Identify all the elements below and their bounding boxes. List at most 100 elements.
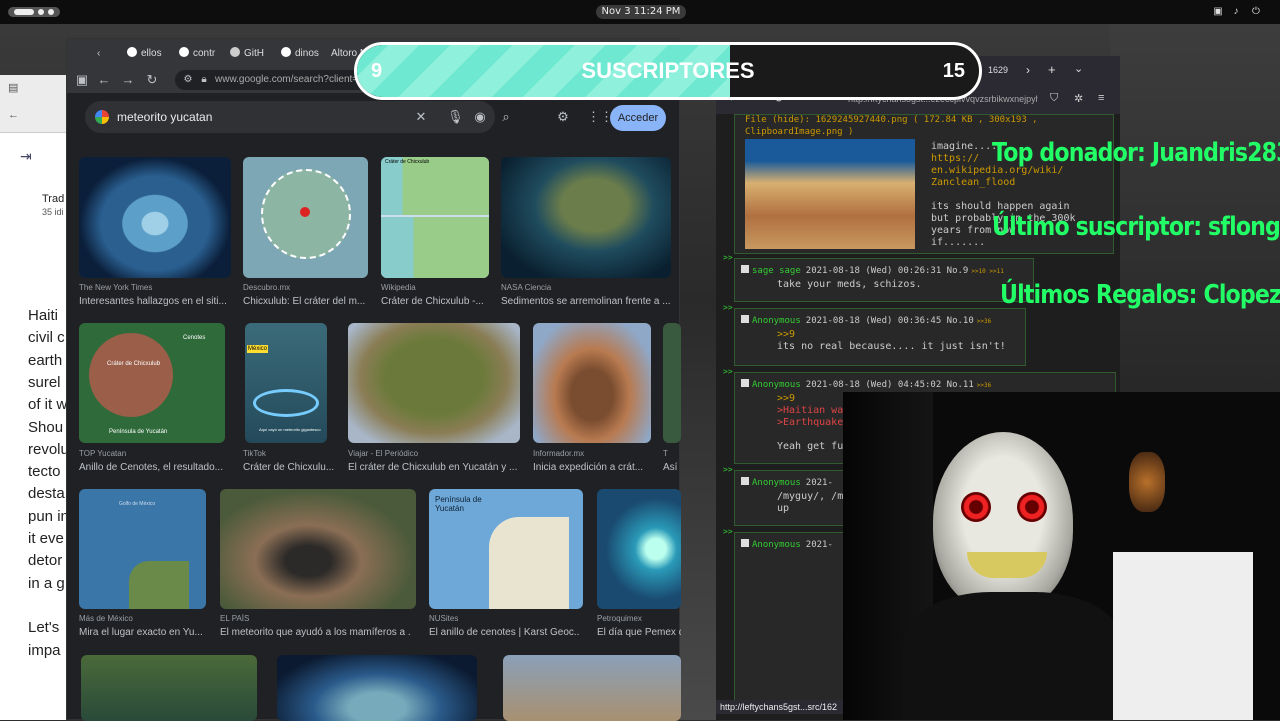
window-icon[interactable]: ▣	[75, 73, 89, 87]
chevron-down-icon[interactable]: ⌄	[1074, 62, 1083, 75]
post-date[interactable]: 2021-	[806, 540, 833, 550]
clock[interactable]: Nov 3 11:24 PM	[596, 5, 686, 19]
post-replies[interactable]: >>36	[977, 382, 991, 389]
poster-name: Anonymous	[752, 380, 801, 390]
tab-thread-4[interactable]: 1629	[988, 65, 1008, 75]
search-icon[interactable]: ⌕	[499, 110, 513, 124]
result-caption[interactable]: Mira el lugar exacto en Yu...	[79, 627, 229, 638]
result-caption[interactable]: El cráter de Chicxulub en Yucatán y ...	[348, 462, 538, 473]
back-arrow-icon[interactable]: ←	[8, 109, 19, 121]
cloak	[903, 592, 1123, 720]
translate-icon[interactable]: ⇥	[20, 148, 32, 165]
result-caption[interactable]: El anillo de cenotes | Karst Geoc...	[429, 627, 579, 638]
result-source[interactable]: TOP Yucatan	[79, 449, 239, 458]
volume-icon[interactable]: ♪	[1230, 6, 1242, 18]
result-caption[interactable]: Chicxulub: El cráter del m...	[243, 296, 393, 307]
result-caption[interactable]: Interesantes hallazgos en el siti...	[79, 296, 229, 307]
result-source[interactable]: Viajar - El Periódico	[348, 449, 508, 458]
post-date[interactable]: 2021-08-18 (Wed) 04:45:02 No.11	[806, 380, 974, 390]
result-image-6[interactable]: México Aquí cayó un meteorito gigantesco	[245, 323, 327, 443]
result-image-1[interactable]	[79, 157, 231, 278]
post-checkbox[interactable]	[741, 379, 749, 387]
window-icon[interactable]: ▤	[8, 81, 18, 94]
power-icon[interactable]: ⏻	[1250, 6, 1262, 18]
post-replies[interactable]: >>10 >>11	[971, 268, 1004, 275]
op-text-line[interactable]: Zanclean_flood	[931, 177, 1076, 189]
tab-github[interactable]: GitH	[230, 45, 264, 63]
reload-icon[interactable]: ↻	[145, 73, 159, 87]
result-image-16[interactable]	[503, 655, 681, 721]
result-caption[interactable]: Sedimentos se arremolinan frente a ...	[501, 296, 681, 307]
post-body-line[interactable]: >>9	[777, 329, 795, 340]
site-settings-icon[interactable]: ⚙	[181, 73, 195, 87]
result-image-2[interactable]	[243, 157, 368, 278]
result-image-9[interactable]	[663, 323, 681, 443]
new-tab-icon[interactable]: +	[1048, 62, 1056, 77]
result-image-15[interactable]	[277, 655, 477, 721]
result-image-4[interactable]	[501, 157, 671, 278]
tab-scroll-left-icon[interactable]: ‹	[97, 45, 100, 63]
poster-name: sage sage	[752, 266, 801, 276]
post-checkbox[interactable]	[741, 265, 749, 273]
tab-ellos[interactable]: ellos	[127, 45, 162, 63]
result-caption[interactable]: El día que Pemex d	[597, 627, 681, 638]
result-caption[interactable]: El meteorito que ayudó a los mamíferos a…	[220, 627, 410, 638]
result-source[interactable]: Más de México	[79, 614, 239, 623]
post-replies[interactable]: >>36	[977, 318, 991, 325]
clear-search-icon[interactable]: ✕	[414, 110, 428, 124]
window-icon[interactable]: ▣	[1212, 6, 1224, 18]
reply-arrow: >>	[723, 527, 733, 536]
lens-icon[interactable]: ◉	[473, 110, 487, 124]
post-date[interactable]: 2021-08-18 (Wed) 00:36:45 No.10	[806, 316, 974, 326]
post-date[interactable]: 2021-	[806, 478, 833, 488]
result-image-12[interactable]: Península de Yucatán	[429, 489, 583, 609]
settings-icon[interactable]: ⚙	[556, 110, 570, 124]
shield-icon[interactable]: ⛉	[1050, 92, 1058, 105]
post-body-line[interactable]: >>9	[777, 393, 795, 404]
result-image-5[interactable]: Cráter de Chicxulub Cenotes Península de…	[79, 323, 225, 443]
result-source[interactable]: EL PAÍS	[220, 614, 380, 623]
poster-name: Anonymous	[752, 540, 801, 550]
reply-arrow: >>	[723, 303, 733, 312]
post-checkbox[interactable]	[741, 315, 749, 323]
microphone-icon[interactable]: 🎙︎	[447, 110, 464, 124]
tab-dinos[interactable]: dinos	[281, 45, 319, 63]
thumb-text: Cráter de Chicxulub	[385, 159, 430, 165]
file-name[interactable]: ClipboardImage.png )	[745, 127, 853, 137]
result-image-7[interactable]	[348, 323, 520, 443]
post-checkbox[interactable]	[741, 539, 749, 547]
result-source[interactable]: NASA Ciencia	[501, 283, 661, 292]
url-text: www.google.com/search?client=	[215, 74, 359, 85]
sign-in-button[interactable]: Acceder	[610, 105, 666, 131]
result-source[interactable]: The New York Times	[79, 283, 239, 292]
result-image-8[interactable]	[533, 323, 651, 443]
result-image-14[interactable]	[81, 655, 257, 721]
background-furniture	[1113, 552, 1253, 720]
reply-arrow: >>	[723, 465, 733, 474]
extensions-icon[interactable]: ✲	[1074, 92, 1083, 105]
post-date[interactable]: 2021-08-18 (Wed) 00:26:31 No.9	[806, 266, 969, 276]
activities-indicator[interactable]	[8, 7, 60, 17]
background-mask	[1129, 452, 1165, 512]
tab-scroll-right-icon[interactable]: ›	[1026, 63, 1030, 77]
tab-contr[interactable]: contr	[179, 45, 215, 63]
result-caption[interactable]: Anillo de Cenotes, el resultado...	[79, 462, 229, 473]
result-caption[interactable]: Inicia expedición a crát...	[533, 462, 681, 473]
result-source[interactable]: NUSites	[429, 614, 589, 623]
result-image-11[interactable]	[220, 489, 416, 609]
post-checkbox[interactable]	[741, 477, 749, 485]
forward-icon[interactable]: →	[121, 73, 135, 87]
back-icon[interactable]: ←	[97, 73, 111, 87]
result-image-13[interactable]	[597, 489, 681, 609]
result-source[interactable]: T	[663, 449, 683, 458]
result-source[interactable]: Descubro.mx	[243, 283, 403, 292]
search-input[interactable]: meteorito yucatan	[85, 101, 495, 133]
menu-icon[interactable]: ≡	[1098, 92, 1104, 104]
result-image-10[interactable]: Golfo de México	[79, 489, 206, 609]
result-image-3[interactable]: Cráter de Chicxulub	[381, 157, 489, 278]
thumb-text: Golfo de México	[119, 501, 156, 507]
link-status-bar: http://leftychans5gst...src/162	[716, 700, 846, 714]
apps-grid-icon[interactable]: ⋮⋮	[587, 110, 613, 124]
op-image[interactable]	[745, 139, 915, 249]
result-caption[interactable]: Así	[663, 462, 681, 473]
